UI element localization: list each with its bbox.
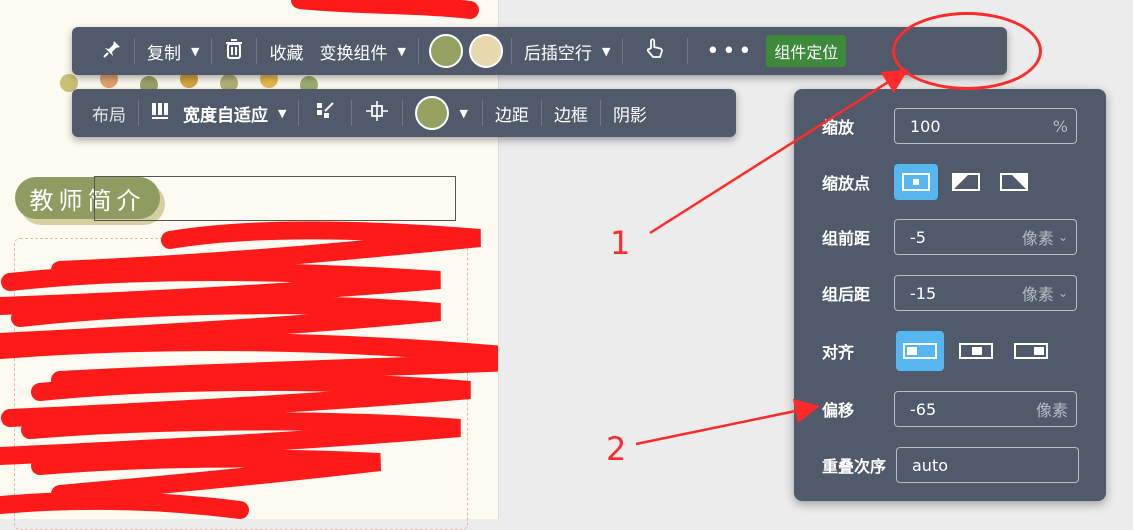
annotation-label-2: 2 — [606, 430, 627, 468]
annotation-arrow-2 — [635, 398, 820, 446]
annotation-arrows — [635, 69, 909, 446]
annotation-label-1: 1 — [610, 224, 631, 262]
annotation-arrow-1 — [649, 69, 909, 235]
